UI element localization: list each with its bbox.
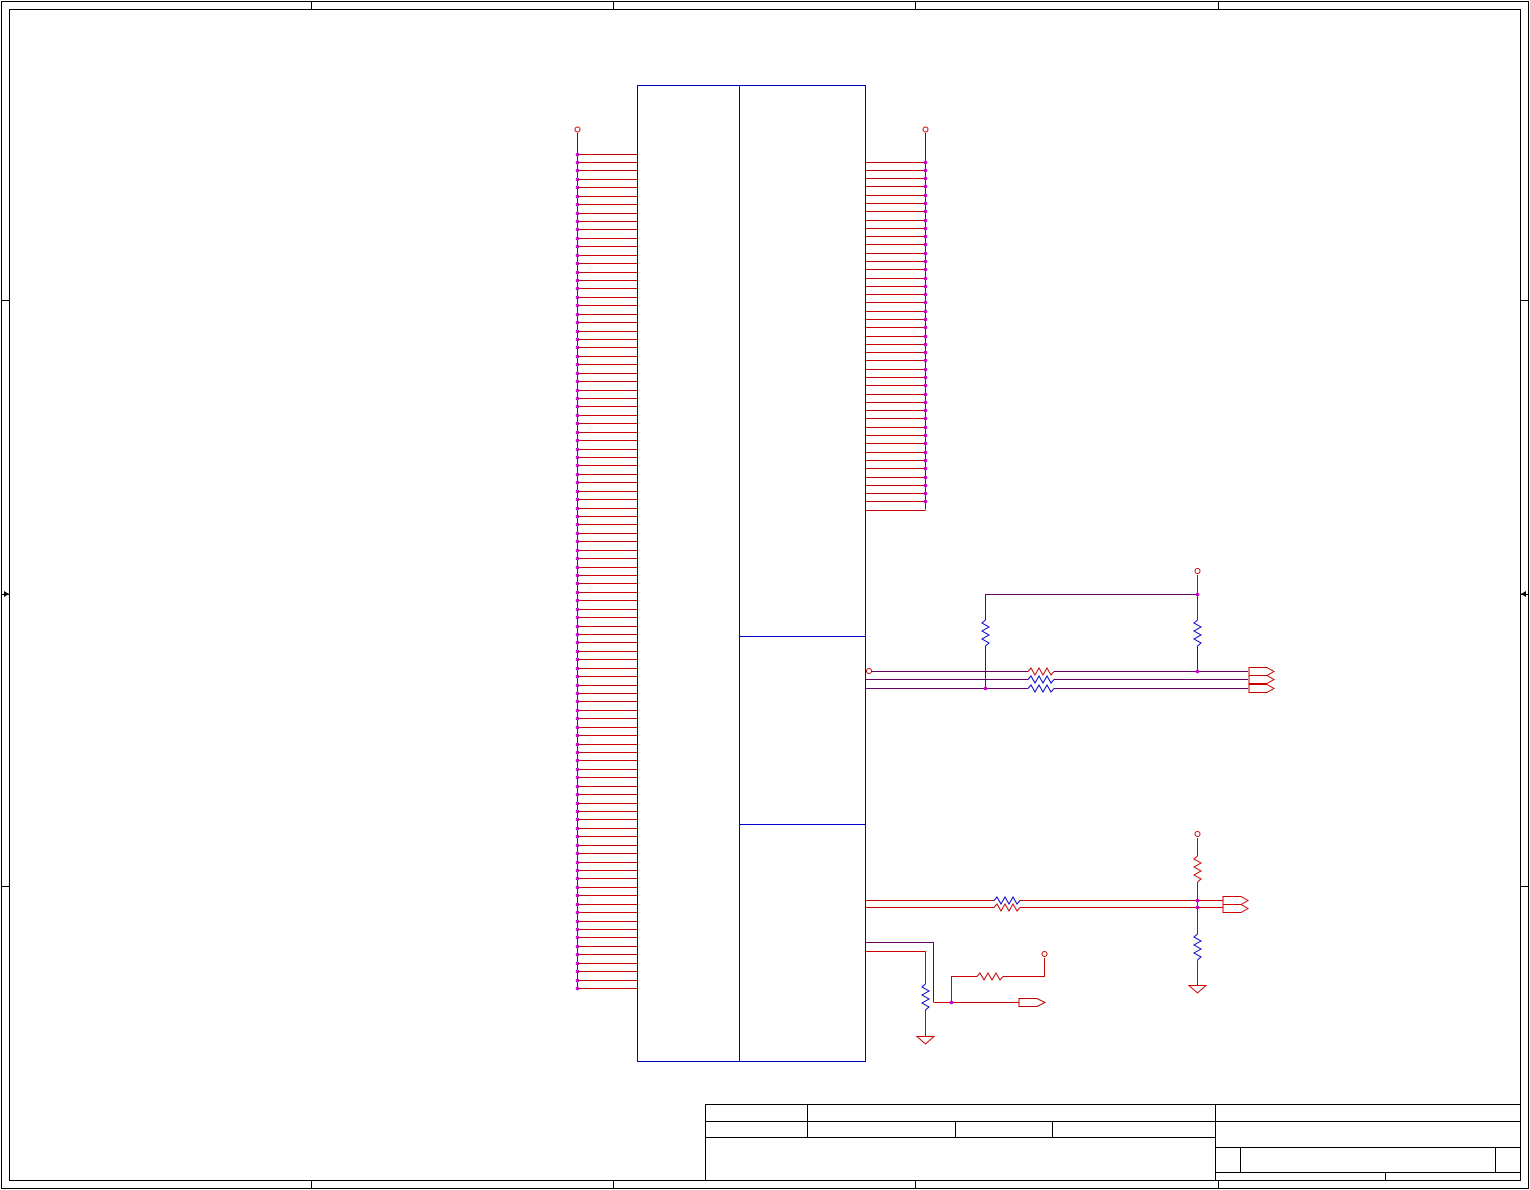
left-pin-bus [574,126,637,991]
ground-icon [1187,985,1208,994]
power-terminal-icon [574,126,581,133]
resistor-icon [976,971,1004,982]
power-terminal-icon [1041,951,1048,957]
ic-body [637,85,866,1062]
resistor-icon [1027,666,1055,677]
resistor-icon [1192,855,1203,883]
resistor-icon [1192,933,1203,961]
center-arrow-icon [4,591,1526,597]
offpage-connector-icon [1222,896,1250,913]
resistor-icon [993,902,1021,913]
power-terminal-icon [1194,568,1201,574]
ground-icon [915,1036,936,1045]
signal-group-bottom [866,942,1048,1045]
right-pin-bus [866,126,929,511]
signal-group-lower [866,831,1250,994]
offpage-connector-icon [1018,998,1047,1007]
offpage-connector-icon [1248,667,1276,693]
resistor-icon [920,983,931,1011]
sheet-frame [1,1,1529,1189]
resistor-icon [993,895,1021,906]
resistor-icon [1027,674,1055,685]
resistor-icon [1192,619,1203,647]
power-terminal-icon [1194,831,1201,837]
signal-group-upper [866,568,1276,694]
schematic-sheet [1,1,1529,1189]
resistor-icon [980,619,991,647]
resistor-icon [1027,683,1055,694]
title-block [705,1104,1521,1181]
power-terminal-icon [922,126,929,133]
